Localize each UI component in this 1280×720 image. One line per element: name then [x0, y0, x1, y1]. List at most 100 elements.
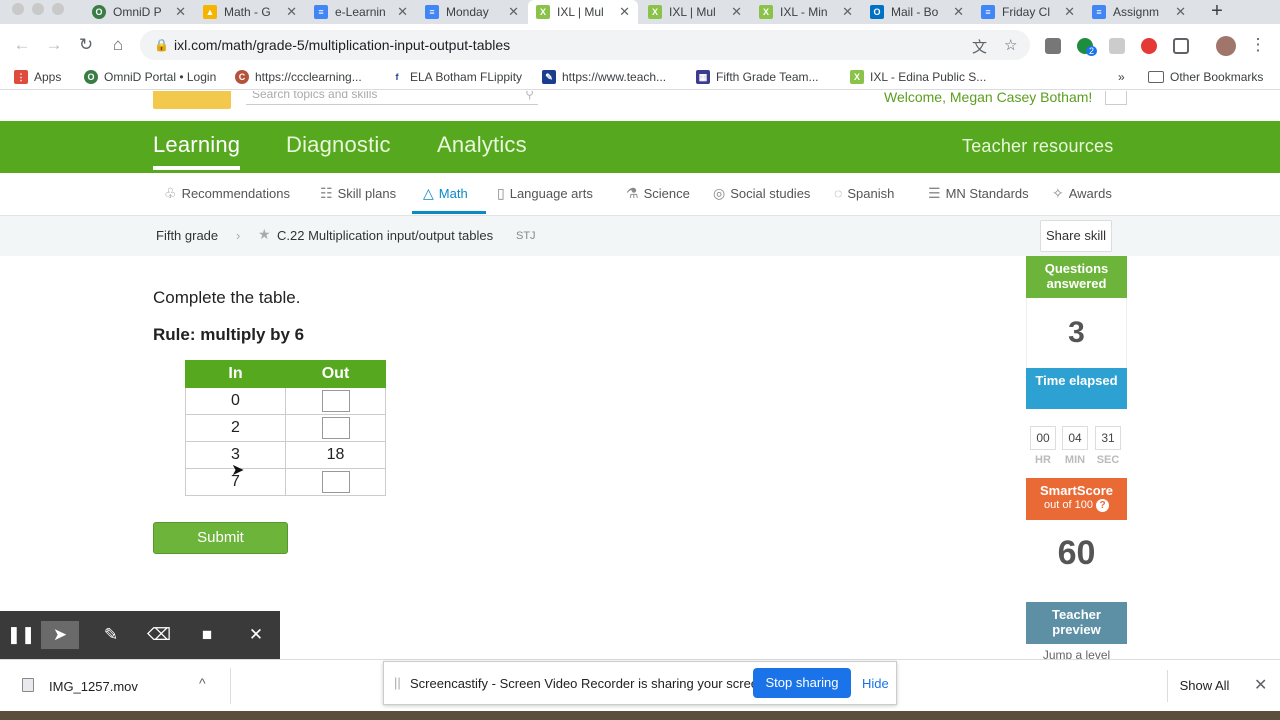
menu-icon[interactable]: ⋮ [1248, 35, 1268, 55]
star-icon[interactable]: ★ [258, 226, 271, 243]
welcome-text[interactable]: Welcome, Megan Casey Botham! [884, 91, 1092, 105]
close-icon[interactable]: ✕ [842, 4, 853, 20]
subject-mn-standards[interactable]: ☰ MN Standards [928, 185, 1029, 202]
bookmark-item[interactable]: C https://ccclearning... [235, 70, 362, 84]
awards-icon: ✧ [1052, 185, 1064, 201]
screen-sharing-notice: || Screencastify - Screen Video Recorder… [383, 661, 897, 705]
bookmark-item[interactable]: X IXL - Edina Public S... [850, 70, 986, 84]
pause-icon[interactable]: ❚❚ [2, 621, 40, 649]
subject-awards[interactable]: ✧ Awards [1052, 185, 1112, 202]
extensions-grid-icon[interactable] [1173, 38, 1189, 54]
cursor-tool-icon[interactable]: ➤ [41, 621, 79, 649]
browser-tab[interactable]: ≡ e-Learnin ✕ [306, 0, 416, 24]
subject-language-arts[interactable]: ▯ Language arts [497, 185, 593, 202]
address-bar[interactable]: 🔒 ixl.com/math/grade-5/multiplication-in… [140, 30, 1030, 60]
submit-button[interactable]: Submit [153, 522, 288, 554]
account-menu-button[interactable] [1105, 91, 1127, 105]
screencastify-extension-icon[interactable] [1141, 38, 1157, 54]
close-icon[interactable]: ✕ [508, 4, 519, 20]
pen-icon[interactable]: ✎ [92, 621, 130, 649]
nav-analytics[interactable]: Analytics [437, 132, 527, 158]
close-icon[interactable]: ✕ [397, 4, 408, 20]
download-filename[interactable]: IMG_1257.mov [49, 679, 138, 694]
translate-icon[interactable]: 文 [972, 36, 987, 57]
chevron-up-icon[interactable]: ^ [199, 675, 206, 691]
bookmarks-overflow-button[interactable]: » [1118, 70, 1125, 84]
camera-icon[interactable]: ■ [188, 621, 226, 649]
reload-icon[interactable]: ↻ [76, 35, 96, 55]
window-zoom-button[interactable] [52, 3, 64, 15]
eraser-icon[interactable]: ⌫ [140, 621, 178, 649]
nav-diagnostic[interactable]: Diagnostic [286, 132, 391, 158]
browser-tab-active[interactable]: X IXL | Mul ✕ [528, 0, 638, 24]
browser-tab[interactable]: O Mail - Bo ✕ [862, 0, 972, 24]
close-icon[interactable]: ✕ [237, 621, 275, 649]
other-bookmarks[interactable]: Other Bookmarks [1148, 70, 1263, 84]
browser-tab[interactable]: ≡ Friday Cl ✕ [973, 0, 1083, 24]
close-icon[interactable]: ✕ [1254, 675, 1267, 695]
extension-icon[interactable] [1045, 38, 1061, 54]
bookmark-item[interactable]: f ELA Botham FLippity [390, 70, 522, 84]
avatar[interactable] [1216, 36, 1236, 56]
search-input[interactable]: Search topics and skills ⚲ [246, 91, 538, 105]
show-all-button[interactable]: Show All [1167, 670, 1241, 702]
subject-math[interactable]: △ Math [423, 185, 468, 202]
close-icon[interactable]: ✕ [1175, 4, 1186, 20]
answer-input[interactable] [321, 390, 350, 412]
subject-skill-plans[interactable]: ☷ Skill plans [320, 185, 396, 202]
close-icon[interactable]: ✕ [953, 4, 964, 20]
bookmark-item[interactable]: ✎ https://www.teach... [542, 70, 666, 84]
bookmarks-bar: ⋮ Apps O OmniD Portal • Login C https://… [0, 66, 1280, 90]
share-skill-button[interactable]: Share skill [1040, 220, 1112, 252]
time-seconds: 31 [1095, 426, 1121, 450]
subject-spanish[interactable]: ◌ Spanish [834, 185, 894, 201]
browser-tab[interactable]: O OmniD P ✕ [84, 0, 194, 24]
skill-code: STJ [516, 230, 536, 242]
close-icon[interactable]: ✕ [731, 4, 742, 20]
answer-input[interactable] [321, 417, 350, 439]
hide-button[interactable]: Hide [862, 676, 889, 691]
browser-tab[interactable]: X IXL | Mul ✕ [640, 0, 750, 24]
forward-icon[interactable]: → [44, 35, 64, 55]
nav-learning[interactable]: Learning [153, 132, 241, 170]
bookmark-apps[interactable]: ⋮ Apps [14, 70, 61, 84]
window-close-button[interactable] [12, 3, 24, 15]
close-icon[interactable]: ✕ [619, 4, 630, 20]
subject-recommendations[interactable]: ♧ Recommendations [164, 185, 290, 202]
help-icon[interactable]: ? [1096, 499, 1109, 512]
back-icon[interactable]: ← [12, 35, 32, 55]
browser-tab[interactable]: ≡ Assignm ✕ [1084, 0, 1194, 24]
breadcrumb: Fifth grade › ★ C.22 Multiplication inpu… [0, 216, 1280, 256]
ixl-icon: X [850, 70, 864, 84]
search-icon[interactable]: ⚲ [525, 91, 534, 101]
bookmark-label: https://www.teach... [562, 70, 667, 84]
extension-badge: 2 [1086, 46, 1098, 56]
browser-tab[interactable]: X IXL - Min ✕ [751, 0, 861, 24]
ixl-logo[interactable] [153, 91, 231, 109]
breadcrumb-grade[interactable]: Fifth grade [156, 228, 218, 243]
globe-icon: ◎ [713, 185, 726, 201]
time-unit-min: MIN [1064, 454, 1086, 466]
nav-teacher-resources[interactable]: Teacher resources [962, 136, 1113, 157]
stop-sharing-button[interactable]: Stop sharing [753, 668, 851, 698]
bookmark-item[interactable]: ▦ Fifth Grade Team... [696, 70, 819, 84]
browser-tab[interactable]: ≡ Monday ✕ [417, 0, 527, 24]
subject-science[interactable]: ⚗ Science [626, 185, 690, 202]
bookmark-star-icon[interactable]: ☆ [1004, 36, 1017, 54]
drag-handle-icon[interactable]: || [394, 675, 401, 690]
url-text[interactable]: ixl.com/math/grade-5/multiplication-inpu… [174, 37, 510, 53]
close-icon[interactable]: ✕ [286, 4, 297, 20]
search-placeholder: Search topics and skills [252, 91, 378, 101]
close-icon[interactable]: ✕ [1064, 4, 1075, 20]
bookmark-item[interactable]: O OmniD Portal • Login [84, 70, 216, 84]
extension-icon[interactable] [1109, 38, 1125, 54]
home-icon[interactable]: ⌂ [108, 35, 128, 55]
answer-input[interactable] [321, 471, 350, 493]
subject-social-studies[interactable]: ◎ Social studies [713, 185, 810, 202]
browser-tab[interactable]: ▲ Math - G ✕ [195, 0, 305, 24]
drive-icon: ▲ [203, 5, 217, 19]
window-minimize-button[interactable] [32, 3, 44, 15]
close-icon[interactable]: ✕ [175, 4, 186, 20]
new-tab-button[interactable]: + [1206, 0, 1228, 24]
time-elapsed-label: Time elapsed [1026, 368, 1127, 409]
